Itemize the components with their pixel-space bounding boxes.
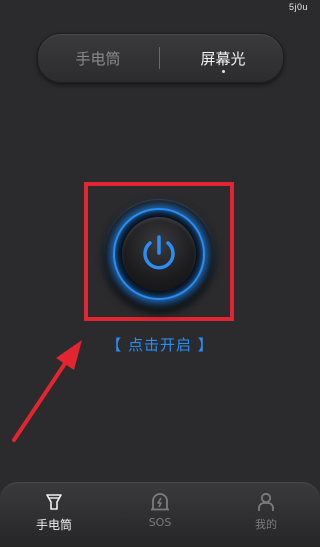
tab-sos-label: SOS [148, 516, 172, 529]
tab-sos[interactable]: SOS [130, 492, 190, 542]
tab-mine[interactable]: 我的 [236, 492, 296, 542]
flashlight-icon [46, 494, 62, 510]
tab-flashlight[interactable]: 手电筒 [24, 492, 84, 542]
tab-flashlight-label: 手电筒 [35, 518, 72, 532]
person-icon [258, 492, 274, 511]
tab-mine-label: 我的 [255, 518, 277, 531]
sos-lamp-icon [151, 493, 169, 511]
red-arrow-annotation [12, 340, 82, 442]
bottom-tab-bar: 手电筒 SOS 我的 [0, 482, 320, 547]
